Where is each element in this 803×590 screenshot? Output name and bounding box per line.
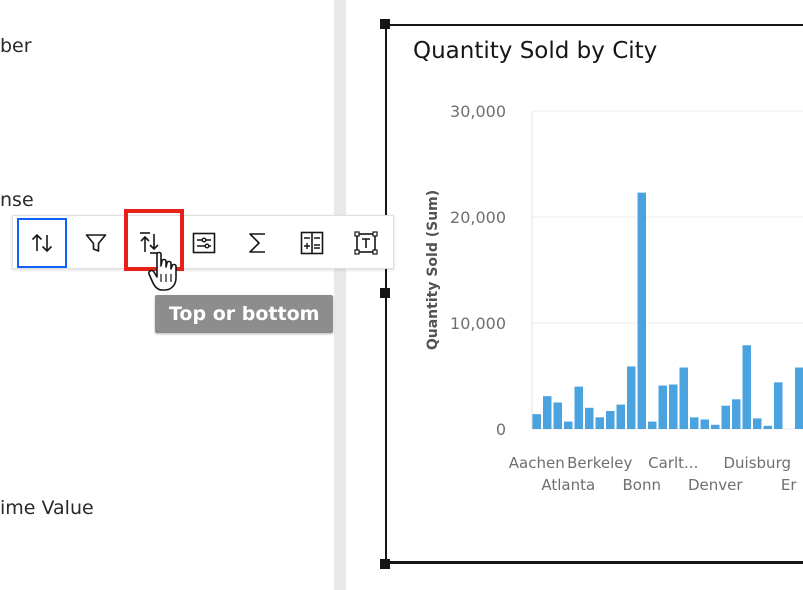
visualization-toolbar <box>12 215 394 269</box>
bar <box>616 404 625 429</box>
bar <box>543 396 552 429</box>
settings-button[interactable] <box>179 218 229 268</box>
bar <box>753 418 762 429</box>
bar <box>637 192 646 429</box>
bar <box>774 382 783 429</box>
panel-divider[interactable] <box>334 0 346 590</box>
y-tick-label: 10,000 <box>450 314 506 333</box>
field-item[interactable]: nse <box>0 189 34 211</box>
bar <box>658 385 667 429</box>
tooltip: Top or bottom <box>155 295 334 333</box>
x-tick-label: Carlt... <box>648 454 698 472</box>
sigma-icon <box>249 233 265 253</box>
x-tick-label: Duisburg <box>724 454 792 472</box>
resize-handle[interactable] <box>380 19 390 29</box>
bar <box>595 417 604 429</box>
bar <box>795 367 803 429</box>
bar <box>763 425 772 429</box>
y-tick-label: 0 <box>496 420 506 439</box>
text-box-icon <box>354 231 378 255</box>
bar <box>564 421 573 429</box>
bar <box>721 405 730 429</box>
sort-arrows-icon <box>31 233 53 253</box>
calculation-button[interactable] <box>287 218 337 268</box>
resize-handle[interactable] <box>380 559 390 569</box>
bar <box>700 419 709 429</box>
bar-chart: 0 10,000 20,000 30,000 Quantity Sold (Sum) Aa… <box>425 102 803 494</box>
x-tick-label: Bonn <box>623 476 661 494</box>
bar <box>648 421 657 429</box>
x-tick-label: Aachen <box>509 454 565 472</box>
x-tick-label: Atlanta <box>541 476 595 494</box>
y-tick-label: 30,000 <box>450 102 506 121</box>
bar <box>627 366 636 429</box>
y-tick-label: 20,000 <box>450 208 506 227</box>
sliders-icon <box>192 232 216 254</box>
filter-button[interactable] <box>71 218 121 268</box>
resize-handle[interactable] <box>380 288 390 298</box>
bar <box>732 399 741 429</box>
bar <box>553 402 562 429</box>
x-tick-label: Er <box>781 476 797 494</box>
bar <box>742 345 751 429</box>
x-tick-label: Denver <box>688 476 743 494</box>
hand-pointer-icon <box>148 251 177 291</box>
field-item[interactable]: ber <box>0 35 32 57</box>
text-button[interactable] <box>341 218 391 268</box>
bar <box>669 384 678 429</box>
calculator-icon <box>300 231 324 255</box>
bar <box>679 367 688 429</box>
bar <box>606 410 615 429</box>
bar <box>690 417 699 429</box>
bar <box>574 386 583 429</box>
bar <box>585 407 594 429</box>
summarize-button[interactable] <box>233 218 283 268</box>
x-tick-label: Berkeley <box>567 454 632 472</box>
chart-title: Quantity Sold by City <box>413 38 658 64</box>
sort-button[interactable] <box>17 218 67 268</box>
bar <box>711 424 720 429</box>
filter-icon <box>85 234 107 252</box>
bar <box>532 414 541 429</box>
field-item[interactable]: ime Value <box>0 497 94 519</box>
y-axis-label: Quantity Sold (Sum) <box>425 190 441 350</box>
